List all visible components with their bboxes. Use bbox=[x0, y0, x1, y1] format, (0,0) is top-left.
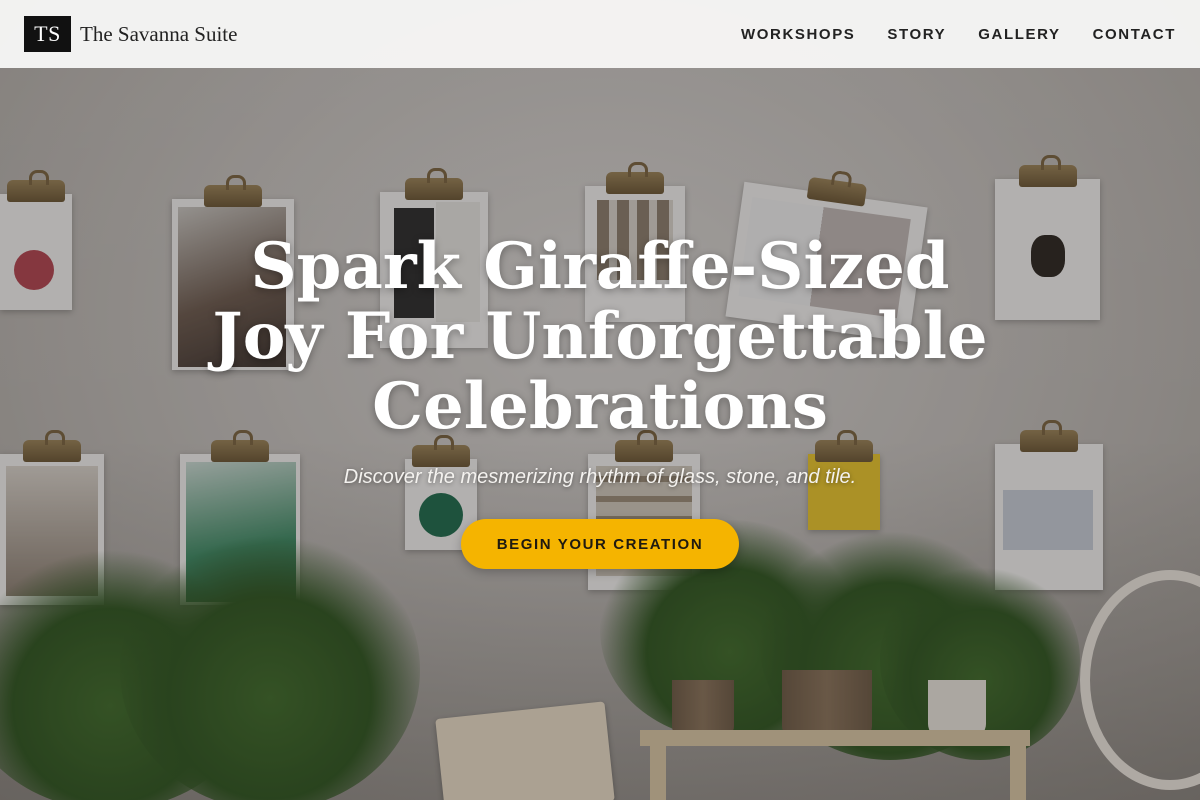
nav-link-contact[interactable]: CONTACT bbox=[1093, 26, 1176, 43]
nav-link-workshops[interactable]: WORKSHOPS bbox=[741, 26, 855, 43]
begin-creation-button[interactable]: BEGIN YOUR CREATION bbox=[461, 519, 739, 569]
brand-logo[interactable]: TS bbox=[24, 16, 71, 52]
hero-title: Spark Giraffe-Sized Joy For Unforgettabl… bbox=[212, 229, 988, 444]
hero-section: Spark Giraffe-Sized Joy For Unforgettabl… bbox=[0, 232, 1200, 569]
main-nav: WORKSHOPS STORY GALLERY CONTACT bbox=[741, 26, 1176, 43]
nav-link-gallery[interactable]: GALLERY bbox=[978, 26, 1060, 43]
hero-subtitle: Discover the mesmerizing rhythm of glass… bbox=[343, 466, 857, 488]
top-navbar: TS The Savanna Suite WORKSHOPS STORY GAL… bbox=[0, 0, 1200, 68]
brand[interactable]: TS The Savanna Suite bbox=[24, 16, 237, 52]
nav-link-story[interactable]: STORY bbox=[887, 26, 946, 43]
brand-name[interactable]: The Savanna Suite bbox=[80, 22, 237, 47]
